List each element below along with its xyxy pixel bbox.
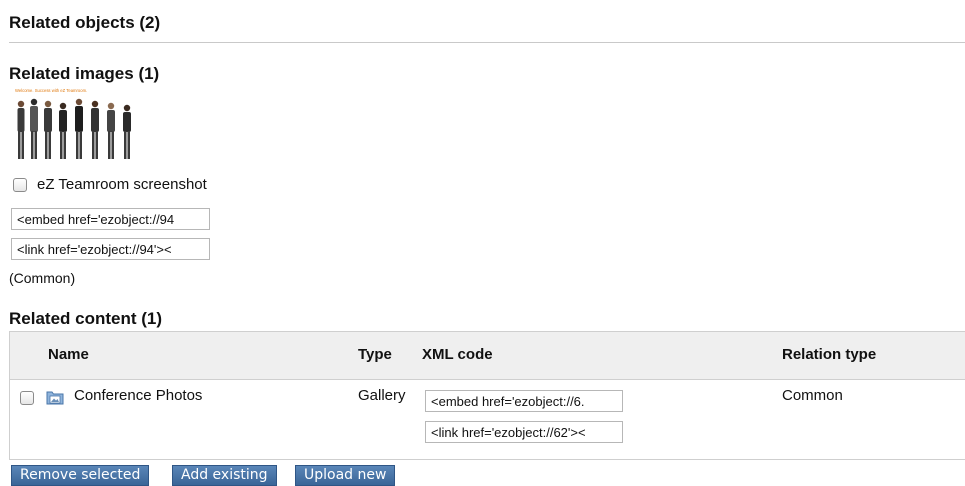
select-row-checkbox[interactable] <box>20 391 34 405</box>
teamroom-screenshot-thumbnail[interactable]: Welcome. Success with eZ Teamroom. <box>12 86 140 162</box>
upload-new-button[interactable]: Upload new <box>295 465 396 486</box>
image-link-code-field[interactable] <box>11 238 210 260</box>
related-content-table: Name Type XML code Relation type Confere… <box>9 331 965 460</box>
related-images-heading: Related images (1) <box>9 64 160 83</box>
add-existing-button[interactable]: Add existing <box>172 465 277 486</box>
column-header-type: Type <box>358 346 392 363</box>
remove-selected-button[interactable]: Remove selected <box>11 465 150 486</box>
content-link-code-field[interactable] <box>425 421 623 443</box>
divider <box>9 42 965 43</box>
column-header-xml-code: XML code <box>422 346 493 363</box>
content-type: Gallery <box>358 387 406 404</box>
column-header-relation-type: Relation type <box>782 346 877 363</box>
gallery-folder-icon <box>46 391 64 405</box>
content-name-link[interactable]: Conference Photos <box>74 387 202 404</box>
image-relation-type: (Common) <box>9 270 76 286</box>
content-embed-code-field[interactable] <box>425 390 623 412</box>
thumbnail-caption: Welcome. Success with eZ Teamroom. <box>15 88 87 93</box>
select-image-checkbox[interactable] <box>13 178 27 192</box>
image-name-label: eZ Teamroom screenshot <box>37 176 207 193</box>
table-header: Name Type XML code Relation type <box>10 332 965 380</box>
related-objects-heading: Related objects (2) <box>9 13 161 32</box>
image-embed-code-field[interactable] <box>11 208 210 230</box>
column-header-name: Name <box>48 346 89 363</box>
related-content-heading: Related content (1) <box>9 309 163 328</box>
content-relation-type: Common <box>782 387 843 404</box>
